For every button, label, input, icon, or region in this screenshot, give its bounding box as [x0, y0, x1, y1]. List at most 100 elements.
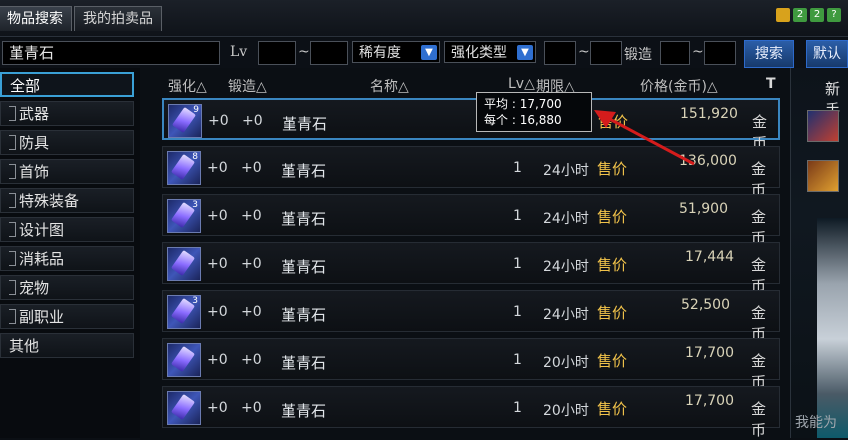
- category-label: 首饰: [19, 163, 50, 181]
- col-lv[interactable]: Lv△: [508, 76, 535, 92]
- item-name: 堇青石: [281, 162, 327, 180]
- item-period: 20小时: [543, 355, 589, 371]
- category-label: 防具: [19, 134, 50, 152]
- item-name: 堇青石: [282, 115, 328, 133]
- lv-min-input[interactable]: [258, 41, 296, 65]
- tooltip-each-value: : 16,880: [511, 113, 562, 127]
- forge-value: +0: [241, 160, 262, 176]
- category-subjob[interactable]: 副职业: [0, 304, 134, 329]
- category-label: 消耗品: [19, 250, 65, 268]
- column-headers: 强化△ 锻造△ 名称△ Lv△ 期限△ 价格(金币)△ T: [150, 70, 790, 96]
- item-name: 堇青石: [281, 402, 327, 420]
- top-bar: 物品搜索 我的拍卖品 2 2 ?: [0, 0, 848, 37]
- col-price[interactable]: 价格(金币)△: [640, 76, 718, 96]
- tooltip-each-label: 每个: [484, 113, 509, 127]
- table-row[interactable]: 3 +0 +0 堇青石 1 24小时 售价 52,500 金币: [162, 290, 780, 343]
- preview-panel: 新手 我能为: [790, 68, 848, 438]
- enhance-type-label: 强化类型: [451, 45, 507, 61]
- table-row[interactable]: +0 +0 堇青石 1 20小时 售价 17,700 金币: [162, 338, 780, 391]
- sell-label: 售价: [597, 352, 628, 370]
- gem-icon: [167, 343, 201, 377]
- category-label: 副职业: [19, 308, 65, 326]
- table-row[interactable]: +0 +0 堇青石 1 24小时 售价 17,444 金币: [162, 242, 780, 295]
- item-quantity: 9: [193, 105, 199, 115]
- item-quantity: 3: [192, 200, 198, 210]
- category-jewelry[interactable]: 首饰: [0, 159, 134, 184]
- forge-max-input[interactable]: [704, 41, 736, 65]
- help-button[interactable]: ?: [827, 8, 841, 22]
- item-name: 堇青石: [281, 258, 327, 276]
- forge-min-input[interactable]: [660, 41, 690, 65]
- skill-icon[interactable]: [807, 110, 839, 142]
- rarity-dropdown[interactable]: 稀有度 ▼: [352, 41, 440, 63]
- item-name: 堇青石: [281, 210, 327, 228]
- item-name-value: 堇青石: [9, 44, 55, 62]
- tooltip-each-row: 每个 : 16,880: [484, 112, 584, 128]
- item-price: 17,700: [685, 393, 734, 409]
- category-armor[interactable]: 防具: [0, 130, 134, 155]
- window-button-2[interactable]: 2: [810, 8, 824, 22]
- gem-icon: 3: [167, 199, 201, 233]
- category-consumable[interactable]: 消耗品: [0, 246, 134, 271]
- enhance-value: +0: [207, 160, 228, 176]
- forge-value: +0: [241, 304, 262, 320]
- lv-range-sep: ~: [298, 44, 310, 60]
- checkbox-icon: [9, 135, 16, 150]
- category-label: 武器: [19, 105, 50, 123]
- item-quantity: 8: [192, 152, 198, 162]
- search-button[interactable]: 搜索: [744, 40, 794, 68]
- enhance-min-input[interactable]: [544, 41, 576, 65]
- sell-label: 售价: [597, 400, 628, 418]
- category-label: 设计图: [19, 221, 65, 239]
- forge-value: +0: [241, 256, 262, 272]
- category-label: 特殊装备: [19, 192, 80, 210]
- gem-icon: [167, 247, 201, 281]
- sell-label: 售价: [597, 256, 628, 274]
- chevron-down-icon: ▼: [517, 45, 533, 60]
- category-special[interactable]: 特殊装备: [0, 188, 134, 213]
- character-portrait: [817, 218, 848, 438]
- col-forge[interactable]: 锻造△: [228, 76, 267, 96]
- item-name-input[interactable]: 堇青石: [2, 41, 220, 65]
- default-button[interactable]: 默认: [806, 40, 848, 68]
- forge-value: +0: [241, 208, 262, 224]
- pin-icon[interactable]: T: [766, 76, 776, 92]
- rarity-label: 稀有度: [359, 45, 401, 61]
- sell-label: 售价: [597, 304, 628, 322]
- enhance-value: +0: [207, 400, 228, 416]
- window-button-1[interactable]: 2: [793, 8, 807, 22]
- forge-value: +0: [241, 400, 262, 416]
- preview-bottom-text: 我能为: [795, 415, 837, 431]
- sell-label: 售价: [597, 208, 628, 226]
- tooltip-avg-value: : 17,700: [511, 97, 562, 111]
- checkbox-icon: [9, 222, 16, 237]
- col-name[interactable]: 名称△: [370, 76, 409, 96]
- tab-item-search[interactable]: 物品搜索: [0, 6, 72, 31]
- category-pet[interactable]: 宠物: [0, 275, 134, 300]
- item-period: 20小时: [543, 403, 589, 419]
- tab-my-auctions[interactable]: 我的拍卖品: [74, 6, 162, 31]
- category-all[interactable]: 全部: [0, 72, 134, 97]
- forge-value: +0: [242, 113, 263, 129]
- item-lv: 1: [513, 304, 522, 320]
- item-quantity: 3: [192, 296, 198, 306]
- enhance-value: +0: [208, 113, 229, 129]
- chevron-down-icon: ▼: [421, 45, 437, 60]
- settings-icon[interactable]: [776, 8, 790, 22]
- checkbox-icon: [9, 280, 16, 295]
- enhance-max-input[interactable]: [590, 41, 622, 65]
- lv-max-input[interactable]: [310, 41, 348, 65]
- category-blueprint[interactable]: 设计图: [0, 217, 134, 242]
- category-other[interactable]: 其他: [0, 333, 134, 358]
- checkbox-icon: [9, 193, 16, 208]
- checkbox-icon: [9, 251, 16, 266]
- item-lv: 1: [513, 160, 522, 176]
- enhance-value: +0: [207, 352, 228, 368]
- forge-label: 锻造: [624, 47, 652, 63]
- enhance-type-dropdown[interactable]: 强化类型 ▼: [444, 41, 536, 63]
- item-icon[interactable]: [807, 160, 839, 192]
- table-row[interactable]: 3 +0 +0 堇青石 1 24小时 售价 51,900 金币: [162, 194, 780, 247]
- table-row[interactable]: +0 +0 堇青石 1 20小时 售价 17,700 金币: [162, 386, 780, 439]
- col-enhance[interactable]: 强化△: [168, 76, 207, 96]
- category-weapon[interactable]: 武器: [0, 101, 134, 126]
